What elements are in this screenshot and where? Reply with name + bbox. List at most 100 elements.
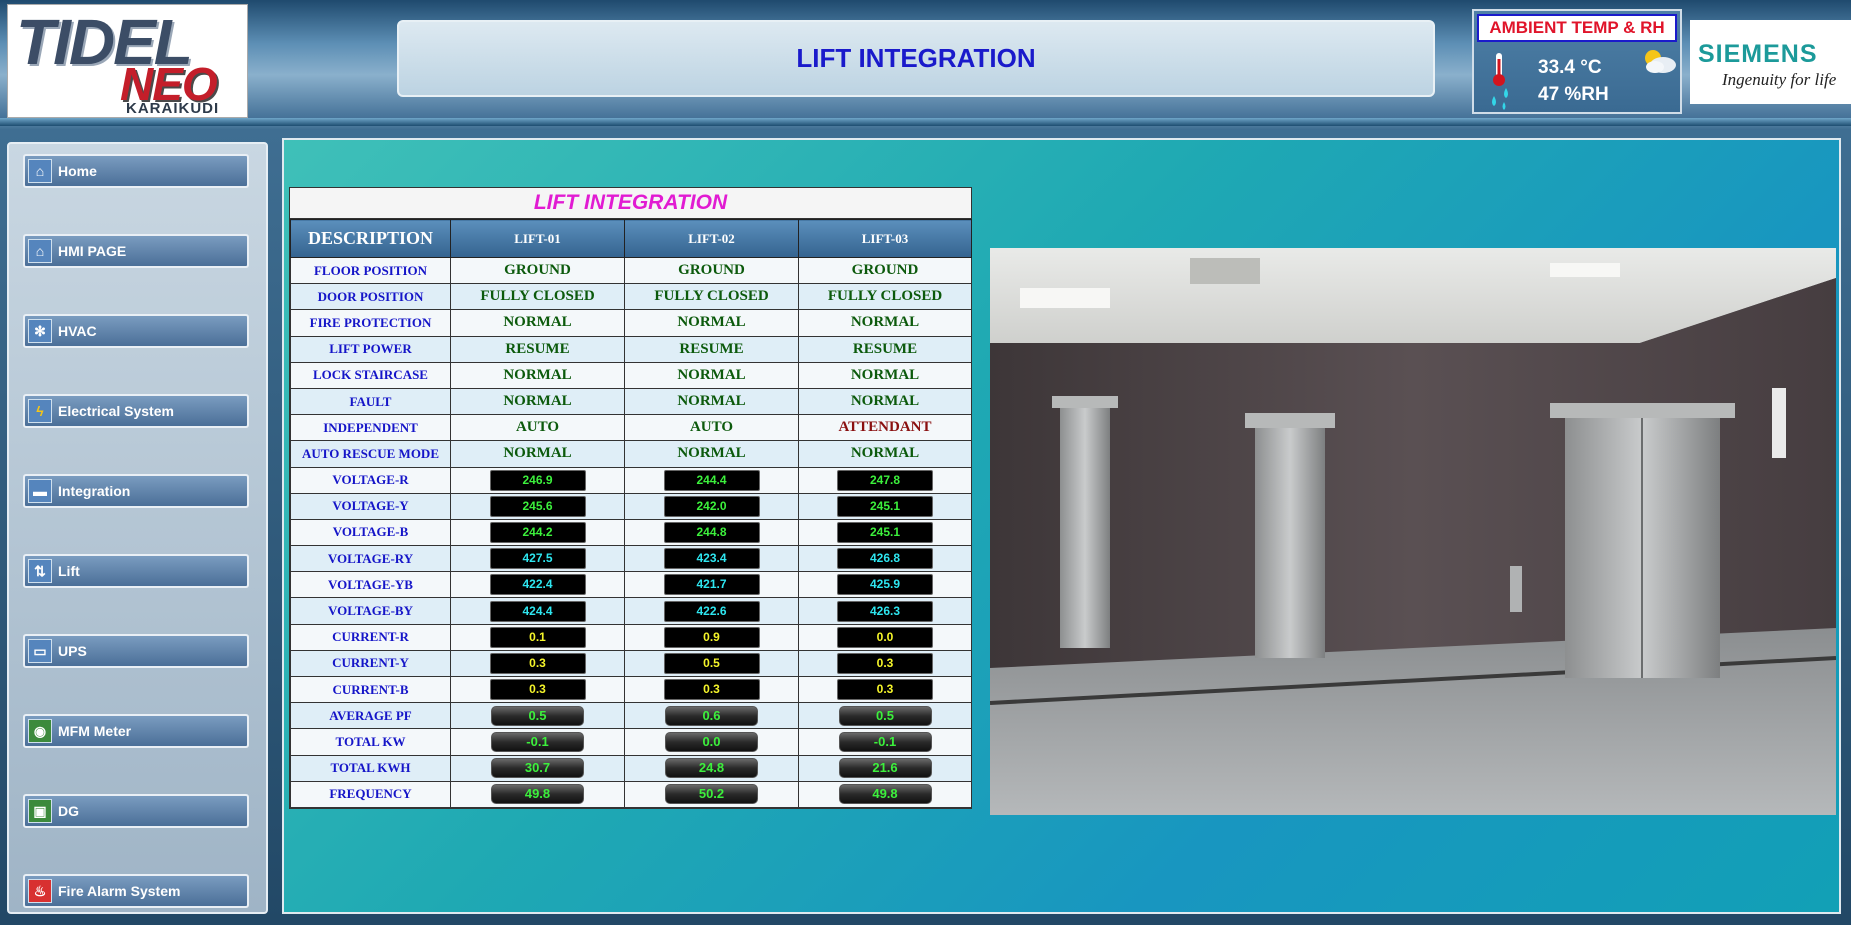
value-cell: 425.9 — [798, 571, 972, 599]
value-cell: 0.0 — [624, 728, 799, 756]
value-cell: 49.8 — [798, 780, 972, 808]
sidebar-item-mfm-meter[interactable]: ◉ MFM Meter — [23, 714, 249, 748]
value-cell: 0.5 — [450, 702, 625, 730]
lcd-display: 242.0 — [663, 495, 760, 517]
lcd-display: 427.5 — [489, 548, 586, 570]
lcd-display: 0.9 — [663, 626, 760, 648]
value-cell: 421.7 — [624, 571, 799, 599]
value-cell: -0.1 — [450, 728, 625, 756]
value-cell: 0.3 — [450, 675, 625, 704]
value-cell: 0.5 — [798, 702, 972, 730]
value-cell: 0.6 — [624, 702, 799, 730]
siemens-logo: SIEMENS Ingenuity for life — [1690, 20, 1851, 104]
value-cell: 422.4 — [450, 571, 625, 599]
lift-lobby-illustration — [990, 248, 1836, 815]
status-value: NORMAL — [798, 387, 972, 416]
siemens-tagline: Ingenuity for life — [1722, 70, 1837, 89]
lcd-display: 245.1 — [837, 495, 933, 517]
sun-cloud-icon — [1645, 50, 1676, 73]
row-label: VOLTAGE-B — [290, 518, 451, 547]
sidebar-item-integration[interactable]: ▬ Integration — [23, 474, 249, 508]
table-row: AVERAGE PF 0.5 0.6 0.5 — [290, 702, 972, 730]
sidebar-item-electrical-system[interactable]: ϟ Electrical System — [23, 394, 249, 428]
table-row: VOLTAGE-BY 424.4 422.6 426.3 — [290, 597, 972, 625]
row-label: VOLTAGE-YB — [290, 571, 451, 599]
sidebar-item-fire-alarm-system[interactable]: ♨ Fire Alarm System — [23, 874, 249, 908]
sidebar-item-label: HVAC — [58, 323, 97, 339]
lcd-display: 0.3 — [837, 652, 933, 674]
ambient-temp: 33.4 °C — [1538, 57, 1602, 78]
row-label: VOLTAGE-Y — [290, 492, 451, 520]
column-header-lift-03: LIFT-03 — [798, 219, 972, 258]
thermometer-icon — [1493, 53, 1505, 86]
table-row: CURRENT-Y 0.3 0.5 0.3 — [290, 649, 972, 678]
row-label: FAULT — [290, 387, 451, 416]
row-label: FREQUENCY — [290, 780, 451, 808]
ambient-rh: 47 %RH — [1538, 84, 1609, 105]
sidebar-item-hvac[interactable]: ✻ HVAC — [23, 314, 249, 348]
lcd-display: 244.4 — [663, 469, 760, 491]
folder-icon: ▬ — [28, 479, 52, 503]
table-row: VOLTAGE-RY 427.5 423.4 426.8 — [290, 545, 972, 573]
value-cell: 0.1 — [450, 623, 625, 651]
lcd-display: 425.9 — [837, 574, 933, 596]
pill-display: 24.8 — [665, 758, 758, 779]
status-value: FULLY CLOSED — [450, 283, 625, 311]
value-cell: 245.1 — [798, 518, 972, 547]
sidebar-item-ups[interactable]: ▭ UPS — [23, 634, 249, 668]
row-label: TOTAL KW — [290, 728, 451, 756]
value-cell: 21.6 — [798, 754, 972, 782]
row-label: CURRENT-Y — [290, 649, 451, 678]
lcd-display: 424.4 — [489, 600, 586, 622]
value-cell: 423.4 — [624, 545, 799, 573]
status-value: NORMAL — [798, 440, 972, 468]
sidebar-item-dg[interactable]: ▣ DG — [23, 794, 249, 828]
pill-display: -0.1 — [838, 731, 932, 752]
table-row: LIFT POWER RESUME RESUME RESUME — [290, 335, 972, 363]
status-value: NORMAL — [624, 309, 799, 337]
ambient-title: AMBIENT TEMP & RH — [1477, 14, 1677, 42]
status-value: GROUND — [624, 256, 799, 285]
table-row: DOOR POSITION FULLY CLOSED FULLY CLOSED FUL… — [290, 283, 972, 311]
lcd-display: 0.0 — [837, 626, 933, 648]
value-cell: 0.5 — [624, 649, 799, 678]
row-label: AUTO RESCUE MODE — [290, 440, 451, 468]
value-cell: 24.8 — [624, 754, 799, 782]
sidebar-item-label: UPS — [58, 643, 87, 659]
pill-display: 30.7 — [491, 758, 584, 779]
pill-display: 21.6 — [838, 758, 932, 779]
pill-display: 0.0 — [665, 731, 758, 752]
sidebar-item-label: Integration — [58, 483, 131, 499]
status-value: RESUME — [798, 335, 972, 363]
row-label: FIRE PROTECTION — [290, 309, 451, 337]
row-label: DOOR POSITION — [290, 283, 451, 311]
pill-display: 0.5 — [838, 705, 932, 726]
row-label: CURRENT-R — [290, 623, 451, 651]
logo-sub-text: KARAIKUDI — [126, 100, 220, 117]
row-label: VOLTAGE-BY — [290, 597, 451, 625]
sidebar-item-hmi-page[interactable]: ⌂ HMI PAGE — [23, 234, 249, 268]
lcd-display: 244.2 — [489, 521, 586, 543]
sidebar-item-lift[interactable]: ⇅ Lift — [23, 554, 249, 588]
lcd-display: 422.4 — [489, 574, 586, 596]
value-cell: 245.6 — [450, 492, 625, 520]
table-row: VOLTAGE-YB 422.4 421.7 425.9 — [290, 571, 972, 599]
table-row: CURRENT-R 0.1 0.9 0.0 — [290, 623, 972, 651]
sidebar-item-home[interactable]: ⌂ Home — [23, 154, 249, 188]
elevator-icon: ⇅ — [28, 559, 52, 583]
value-cell: 244.4 — [624, 466, 799, 494]
fan-icon: ✻ — [28, 319, 52, 343]
value-cell: 244.8 — [624, 518, 799, 547]
status-value: NORMAL — [450, 387, 625, 416]
sidebar-item-label: Lift — [58, 563, 80, 579]
sidebar-nav: ⌂ Home ⌂ HMI PAGE ✻ HVAC ϟ Electrical Sy… — [7, 142, 268, 914]
page-title: LIFT INTEGRATION — [796, 43, 1036, 73]
table-row: FAULT NORMAL NORMAL NORMAL — [290, 387, 972, 416]
table-row: FLOOR POSITION GROUND GROUND GROUND — [290, 256, 972, 285]
status-value: NORMAL — [450, 440, 625, 468]
table-row: FIRE PROTECTION NORMAL NORMAL NORMAL — [290, 309, 972, 337]
row-label: VOLTAGE-R — [290, 466, 451, 494]
row-label: AVERAGE PF — [290, 702, 451, 730]
value-cell: 422.6 — [624, 597, 799, 625]
sidebar-item-label: MFM Meter — [58, 723, 132, 739]
